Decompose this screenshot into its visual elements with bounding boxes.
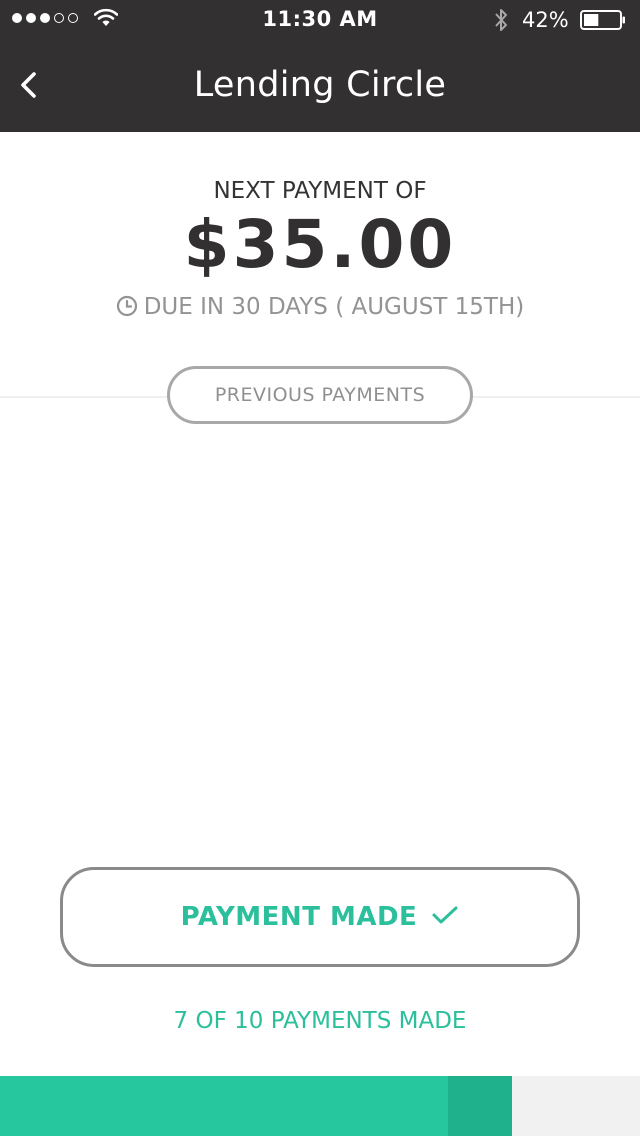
status-bar: 11:30 AM 42% <box>0 0 640 40</box>
page-title: Lending Circle <box>193 65 447 105</box>
progress-current-segment <box>448 1076 512 1136</box>
progress-made-segment <box>0 1076 448 1136</box>
next-payment-label: NEXT PAYMENT OF <box>213 178 427 204</box>
payments-progress-text: 7 OF 10 PAYMENTS MADE <box>173 1008 467 1034</box>
payments-progress-bar <box>0 1076 640 1136</box>
previous-payments-button[interactable]: PREVIOUS PAYMENTS <box>167 366 473 424</box>
battery-icon <box>580 10 625 30</box>
check-icon <box>432 906 458 924</box>
bluetooth-icon <box>495 9 507 31</box>
payment-amount: $35.00 <box>183 206 457 283</box>
due-date-text: DUE IN 30 DAYS ( AUGUST 15TH) <box>143 294 525 320</box>
payment-made-label: PAYMENT MADE <box>180 902 418 932</box>
due-date-row: DUE IN 30 DAYS ( AUGUST 15TH) <box>0 294 640 320</box>
battery-percent: 42% <box>522 8 569 32</box>
nav-bar: Lending Circle <box>0 40 640 132</box>
clock-icon <box>116 295 137 317</box>
payment-made-button[interactable]: PAYMENT MADE <box>60 867 580 967</box>
